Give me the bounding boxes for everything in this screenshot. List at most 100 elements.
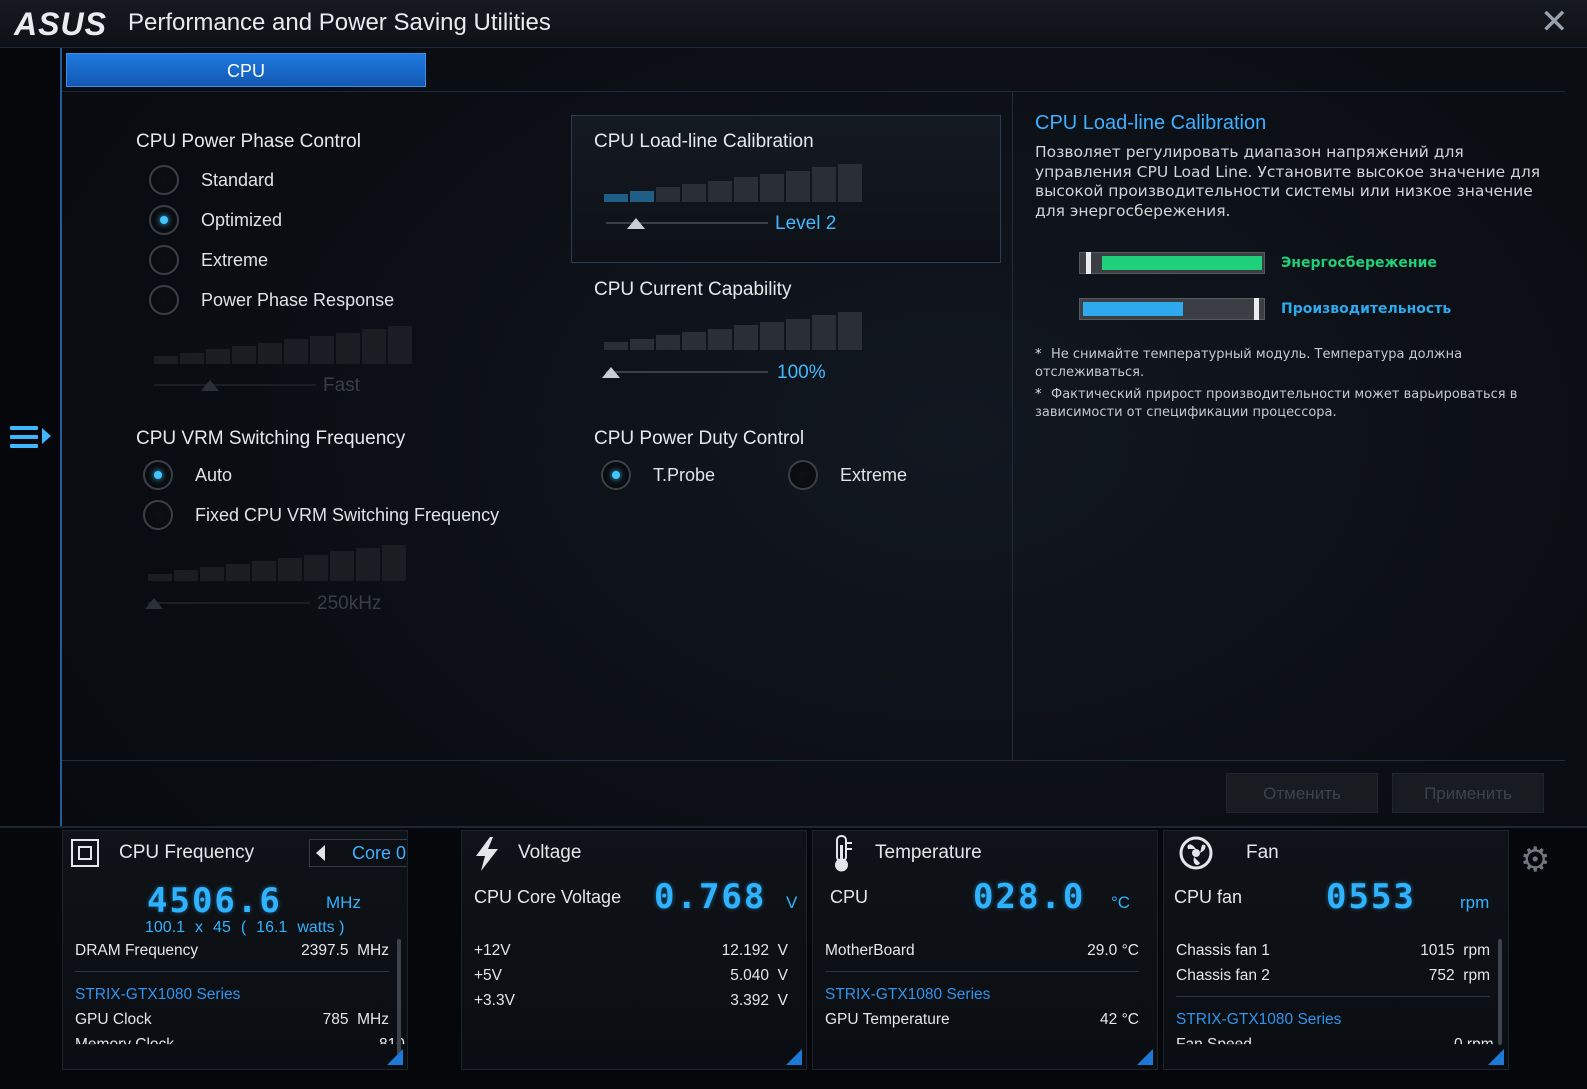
gpu-temp-row: GPU Temperature 42 °C xyxy=(825,1011,1139,1029)
power-saving-marker xyxy=(1086,252,1091,274)
radio-phase-standard[interactable]: Standard xyxy=(149,164,274,196)
gpu-name-link[interactable]: STRIX-GTX1080 Series xyxy=(825,986,990,1004)
phase-slider-thumb[interactable] xyxy=(201,380,219,391)
ramp-segment xyxy=(734,177,758,202)
phase-slider-track[interactable] xyxy=(154,384,316,386)
voltage-value: 3.392 xyxy=(730,992,770,1009)
ramp-segment xyxy=(604,194,628,202)
resize-handle[interactable] xyxy=(1488,1049,1504,1065)
radio-phase-optimized[interactable]: Optimized xyxy=(149,204,282,236)
radio-vrm-fixed[interactable]: Fixed CPU VRM Switching Frequency xyxy=(143,499,499,531)
ramp-segment xyxy=(682,332,706,350)
lightning-icon xyxy=(476,837,498,871)
thermometer-icon xyxy=(835,835,852,872)
core-selector-value: Core 0 xyxy=(351,842,407,863)
ramp-segment xyxy=(258,343,282,364)
core-selector[interactable]: Core 0 xyxy=(309,839,407,867)
radio-vrm-auto[interactable]: Auto xyxy=(143,459,232,491)
vrm-level-ramp xyxy=(148,545,406,581)
ramp-segment xyxy=(604,342,628,350)
close-icon[interactable]: ✕ xyxy=(1540,4,1569,40)
ramp-segment xyxy=(232,346,256,364)
voltage-row-12v: +12V 12.192 V xyxy=(474,942,788,960)
watts-unit: watts ) xyxy=(297,919,345,936)
radio-duty-tprobe[interactable]: T.Probe xyxy=(601,459,715,491)
radio-button[interactable] xyxy=(601,460,631,490)
performance-label: Производительность xyxy=(1281,301,1452,317)
ramp-segment xyxy=(838,164,862,202)
ramp-segment xyxy=(786,319,810,350)
temp-value: 29.0 °C xyxy=(1087,942,1139,959)
voltage-label: +5V xyxy=(474,967,503,984)
ramp-segment xyxy=(760,322,784,350)
ramp-segment xyxy=(388,326,412,364)
note-text: Не снимайте температурный модуль. Темпер… xyxy=(1035,347,1463,380)
ramp-segment xyxy=(656,187,680,202)
radio-phase-response[interactable]: Power Phase Response xyxy=(149,284,394,316)
voltage-value: 5.040 xyxy=(730,967,770,984)
current-cap-slider-thumb[interactable] xyxy=(602,367,620,378)
scrollbar[interactable] xyxy=(397,939,401,1055)
gpu-fan-label: Fan Speed xyxy=(1176,1036,1252,1053)
ramp-segment xyxy=(812,315,836,350)
gpu-clock-unit: MHz xyxy=(357,1011,389,1028)
resize-handle[interactable] xyxy=(1137,1049,1153,1065)
llc-title: CPU Load-line Calibration xyxy=(594,131,814,152)
tab-cpu[interactable]: CPU xyxy=(66,53,426,87)
vrm-slider-track[interactable] xyxy=(148,602,310,604)
ramp-segment xyxy=(734,325,758,350)
resize-handle[interactable] xyxy=(786,1049,802,1065)
voltage-row-5v: +5V 5.040 V xyxy=(474,967,788,985)
resize-handle[interactable] xyxy=(387,1049,403,1065)
cancel-button[interactable]: Отменить xyxy=(1226,773,1378,813)
ramp-segment xyxy=(382,545,406,581)
radio-phase-extreme[interactable]: Extreme xyxy=(149,244,268,276)
gpu-name-link[interactable]: STRIX-GTX1080 Series xyxy=(75,986,240,1004)
phase-control-title: CPU Power Phase Control xyxy=(136,131,361,152)
ramp-segment xyxy=(838,312,862,350)
note-text: Фактический прирост производительности м… xyxy=(1035,387,1518,420)
radio-button[interactable] xyxy=(143,460,173,490)
power-saving-fill xyxy=(1102,256,1262,270)
current-cap-slider-value: 100% xyxy=(777,362,826,383)
radio-button[interactable] xyxy=(149,165,179,195)
cpu-temp-value: 028.0 xyxy=(973,877,1086,917)
radio-label: Power Phase Response xyxy=(201,289,395,310)
menu-icon[interactable] xyxy=(8,418,54,458)
radio-label: Auto xyxy=(195,464,233,485)
scrollbar[interactable] xyxy=(1498,939,1502,1045)
radio-duty-extreme[interactable]: Extreme xyxy=(788,459,907,491)
radio-button[interactable] xyxy=(149,285,179,315)
cpu-multiplier-line: 100.1 x 45 ( 16.1 watts ) xyxy=(145,919,344,937)
ramp-segment xyxy=(310,336,334,364)
dram-unit: MHz xyxy=(357,942,389,959)
vrm-slider-thumb[interactable] xyxy=(145,598,163,609)
fan-value: 752 xyxy=(1428,967,1455,984)
radio-button[interactable] xyxy=(143,500,173,530)
radio-label: Extreme xyxy=(840,464,908,485)
apply-button[interactable]: Применить xyxy=(1392,773,1544,813)
core-prev-icon[interactable] xyxy=(316,845,325,861)
help-title: CPU Load-line Calibration xyxy=(1035,112,1267,134)
ratio-value: 45 xyxy=(213,919,231,936)
temperature-panel: Temperature CPU 028.0 °C MotherBoard 29.… xyxy=(812,830,1158,1070)
llc-slider-thumb[interactable] xyxy=(627,218,645,229)
radio-button[interactable] xyxy=(149,245,179,275)
cpu-core-voltage-value: 0.768 xyxy=(654,877,767,917)
phase-level-ramp xyxy=(154,326,412,364)
ramp-segment xyxy=(206,349,230,364)
radio-button[interactable] xyxy=(149,205,179,235)
current-cap-slider-track[interactable] xyxy=(606,371,768,373)
ramp-segment xyxy=(174,570,198,581)
gear-icon[interactable]: ⚙ xyxy=(1520,840,1550,880)
ramp-segment xyxy=(362,329,386,364)
cpu-temp-unit: °C xyxy=(1111,893,1131,912)
dram-value: 2397.5 xyxy=(301,942,349,959)
gpu-name-link[interactable]: STRIX-GTX1080 Series xyxy=(1176,1011,1341,1029)
radio-label: Standard xyxy=(201,169,275,190)
voltage-unit: V xyxy=(777,992,788,1009)
radio-label: Fixed CPU VRM Switching Frequency xyxy=(195,504,500,525)
fan-label: Chassis fan 1 xyxy=(1176,942,1270,959)
ramp-segment xyxy=(812,167,836,202)
radio-button[interactable] xyxy=(788,460,818,490)
